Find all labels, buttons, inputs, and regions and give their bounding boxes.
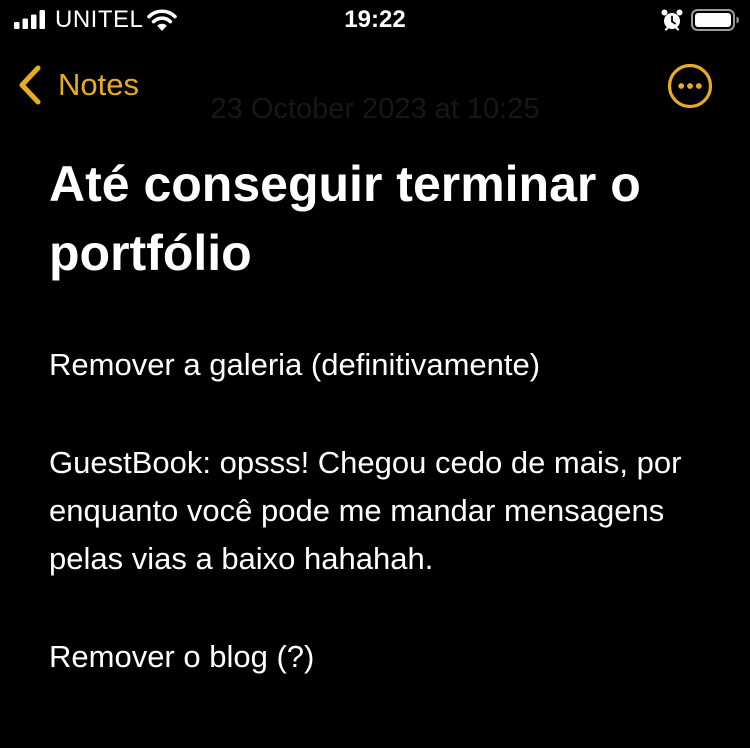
status-time: 19:22	[344, 6, 406, 33]
note-date: 23 October 2023 at 10:25	[210, 93, 540, 125]
alarm-icon	[661, 9, 683, 31]
note-paragraph[interactable]: Remover o blog (?)	[49, 633, 709, 681]
battery-icon	[691, 9, 739, 31]
note-paragraph[interactable]: GuestBook: opsss! Chegou cedo de mais, p…	[49, 439, 709, 583]
ellipsis-circle-icon[interactable]	[667, 63, 713, 109]
note-paragraph[interactable]: Remover a galeria (definitivamente)	[49, 341, 709, 389]
status-bar: UNITEL 19:22	[0, 0, 750, 40]
note-title[interactable]: Até conseguir terminar o portfólio	[49, 150, 719, 288]
